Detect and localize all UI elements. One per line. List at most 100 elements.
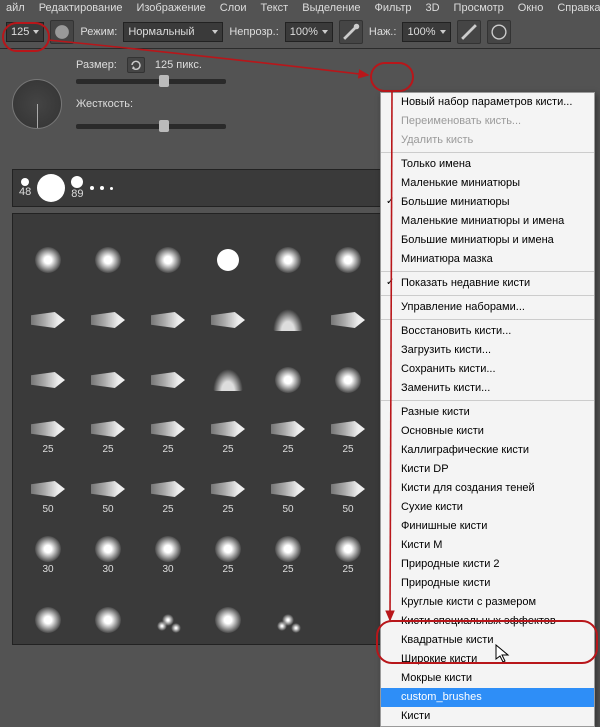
- brush-preset[interactable]: [199, 580, 257, 638]
- menu-item[interactable]: Большие миниатюры: [381, 193, 594, 212]
- brush-preset[interactable]: [19, 340, 77, 398]
- brush-preset[interactable]: [259, 280, 317, 338]
- menu-item[interactable]: Круглые кисти с размером: [381, 593, 594, 612]
- recent-brush[interactable]: [100, 186, 104, 190]
- brush-preset[interactable]: 25: [319, 400, 377, 458]
- brush-preset[interactable]: [319, 580, 377, 638]
- menu-view[interactable]: Просмотр: [454, 2, 504, 14]
- brush-preset[interactable]: 30: [19, 520, 77, 578]
- brush-preset[interactable]: 25: [19, 400, 77, 458]
- menu-item[interactable]: Только имена: [381, 155, 594, 174]
- menu-filter[interactable]: Фильтр: [375, 2, 412, 14]
- brush-preset[interactable]: 50: [259, 460, 317, 518]
- brush-preset[interactable]: 25: [139, 400, 197, 458]
- brush-preset[interactable]: [79, 280, 137, 338]
- opacity-field[interactable]: 100%: [285, 22, 333, 42]
- brush-preset[interactable]: 30: [79, 520, 137, 578]
- menu-image[interactable]: Изображение: [136, 2, 205, 14]
- menu-item[interactable]: Кисти специальных эффектов: [381, 612, 594, 631]
- brush-preset[interactable]: [319, 220, 377, 278]
- flow-field[interactable]: 100%: [402, 22, 450, 42]
- menu-item[interactable]: Квадратные кисти: [381, 631, 594, 650]
- brush-preset[interactable]: [199, 340, 257, 398]
- brush-angle-widget[interactable]: [12, 79, 62, 129]
- recent-brush[interactable]: [37, 174, 65, 202]
- brush-preset[interactable]: 50: [19, 460, 77, 518]
- brush-preset[interactable]: [19, 220, 77, 278]
- brush-preset[interactable]: [19, 280, 77, 338]
- brush-preset[interactable]: 25: [139, 460, 197, 518]
- recent-brush[interactable]: [110, 187, 113, 190]
- brush-preset[interactable]: [259, 580, 317, 638]
- menu-item[interactable]: Восстановить кисти...: [381, 322, 594, 341]
- menu-item[interactable]: Кисти для создания теней: [381, 479, 594, 498]
- menu-layers[interactable]: Слои: [220, 2, 247, 14]
- brush-preset[interactable]: [199, 220, 257, 278]
- brush-preset[interactable]: 50: [79, 460, 137, 518]
- brush-preset[interactable]: 30: [139, 520, 197, 578]
- menu-item[interactable]: custom_brushes: [381, 688, 594, 707]
- brush-preset[interactable]: [199, 280, 257, 338]
- pressure-opacity-icon[interactable]: [339, 20, 363, 44]
- brush-preset[interactable]: [79, 580, 137, 638]
- menu-item[interactable]: Загрузить кисти...: [381, 341, 594, 360]
- menu-item[interactable]: Мокрые кисти: [381, 669, 594, 688]
- menu-item[interactable]: Маленькие миниатюры: [381, 174, 594, 193]
- menu-help[interactable]: Справка: [557, 2, 600, 14]
- airbrush-icon[interactable]: [457, 20, 481, 44]
- menu-item[interactable]: Управление наборами...: [381, 298, 594, 317]
- menu-edit[interactable]: Редактирование: [39, 2, 123, 14]
- menu-file[interactable]: айл: [6, 2, 25, 14]
- menu-item[interactable]: Широкие кисти: [381, 650, 594, 669]
- menu-text[interactable]: Текст: [261, 2, 289, 14]
- brush-preset[interactable]: [139, 220, 197, 278]
- menu-item[interactable]: Кисти: [381, 707, 594, 726]
- menu-item[interactable]: Большие миниатюры и имена: [381, 231, 594, 250]
- brush-preset[interactable]: [139, 580, 197, 638]
- brush-preset-icon[interactable]: [50, 20, 74, 44]
- menu-item[interactable]: Природные кисти 2: [381, 555, 594, 574]
- brush-preset[interactable]: 25: [199, 460, 257, 518]
- menu-select[interactable]: Выделение: [302, 2, 360, 14]
- menu-item[interactable]: Основные кисти: [381, 422, 594, 441]
- menu-3d[interactable]: 3D: [425, 2, 439, 14]
- recent-brush[interactable]: [71, 176, 83, 188]
- hardness-slider[interactable]: [76, 124, 226, 129]
- brush-preset[interactable]: [319, 340, 377, 398]
- menu-item[interactable]: Природные кисти: [381, 574, 594, 593]
- brush-size-field[interactable]: 125: [6, 22, 44, 42]
- blend-mode-select[interactable]: Нормальный: [123, 22, 223, 42]
- brush-preset[interactable]: 25: [259, 520, 317, 578]
- pressure-size-icon[interactable]: [487, 20, 511, 44]
- brush-preset[interactable]: [79, 220, 137, 278]
- menu-item[interactable]: Маленькие миниатюры и имена: [381, 212, 594, 231]
- menu-item[interactable]: Заменить кисти...: [381, 379, 594, 398]
- brush-preset[interactable]: [259, 340, 317, 398]
- brush-preset[interactable]: [259, 220, 317, 278]
- menu-item[interactable]: Новый набор параметров кисти...: [381, 93, 594, 112]
- menu-item[interactable]: Каллиграфические кисти: [381, 441, 594, 460]
- menu-item[interactable]: Разные кисти: [381, 403, 594, 422]
- brush-preset[interactable]: [139, 280, 197, 338]
- menu-item[interactable]: Кисти M: [381, 536, 594, 555]
- brush-preset[interactable]: 50: [319, 460, 377, 518]
- menu-item[interactable]: Кисти DP: [381, 460, 594, 479]
- brush-preset[interactable]: [79, 340, 137, 398]
- menu-item[interactable]: Сохранить кисти...: [381, 360, 594, 379]
- brush-preset[interactable]: [139, 340, 197, 398]
- brush-preset[interactable]: 25: [199, 400, 257, 458]
- brush-preset[interactable]: 25: [319, 520, 377, 578]
- brush-preset[interactable]: [19, 580, 77, 638]
- menu-item[interactable]: Финишные кисти: [381, 517, 594, 536]
- menu-window[interactable]: Окно: [518, 2, 544, 14]
- reset-size-icon[interactable]: [127, 57, 145, 73]
- brush-preset[interactable]: [319, 280, 377, 338]
- brush-preset[interactable]: 25: [79, 400, 137, 458]
- menu-item[interactable]: Сухие кисти: [381, 498, 594, 517]
- brush-preset[interactable]: 25: [199, 520, 257, 578]
- menu-item[interactable]: Миниатюра мазка: [381, 250, 594, 269]
- size-slider[interactable]: [76, 79, 226, 84]
- menu-item[interactable]: Показать недавние кисти: [381, 274, 594, 293]
- recent-brush[interactable]: [90, 186, 94, 190]
- brush-preset[interactable]: 25: [259, 400, 317, 458]
